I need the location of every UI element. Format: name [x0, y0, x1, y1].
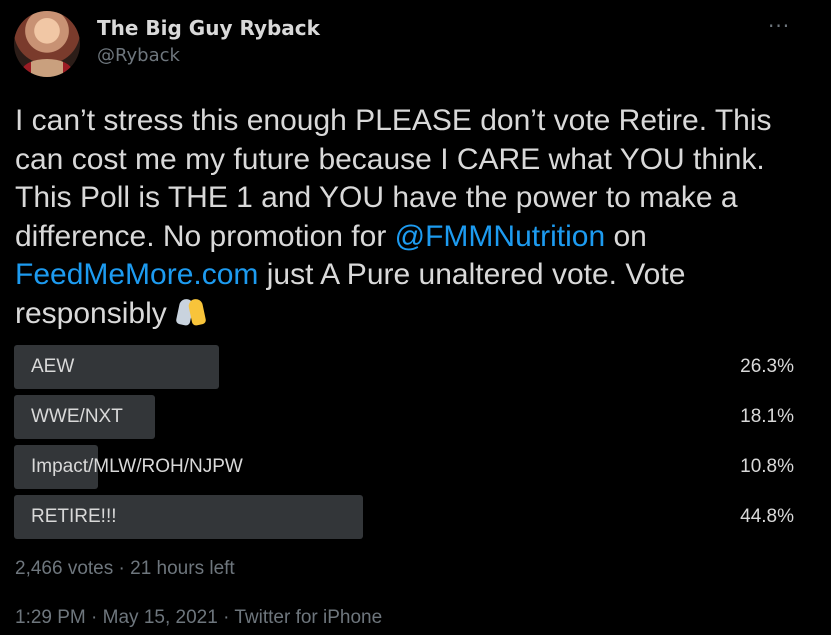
tweet-text-part: I can’t stress this enough PLEASE don’t … — [15, 104, 772, 253]
tweet-text-part: on — [613, 219, 647, 253]
tweet-time: 1:29 PM — [15, 607, 86, 628]
poll-option: AEW 26.3% — [14, 345, 814, 389]
tweet-text: I can’t stress this enough PLEASE don’t … — [15, 102, 815, 333]
tweet-date: May 15, 2021 — [102, 607, 218, 628]
poll-option-percent: 44.8% — [740, 506, 794, 527]
author-name[interactable]: The Big Guy Ryback — [97, 16, 320, 40]
poll-option-label: AEW — [31, 356, 75, 377]
poll-option: WWE/NXT 18.1% — [14, 395, 814, 439]
more-dots-icon[interactable]: ··· — [768, 14, 790, 38]
tweet-time-link[interactable]: 1:29 PM · May 15, 2021 — [15, 607, 218, 628]
poll: AEW 26.3% WWE/NXT 18.1% Impact/MLW/ROH/N… — [14, 345, 814, 545]
poll-time-left: 21 hours left — [130, 558, 235, 579]
poll-votes: 2,466 votes — [15, 558, 114, 579]
poll-option-label: Impact/MLW/ROH/NJPW — [31, 456, 243, 477]
folded-hands-emoji — [175, 297, 209, 327]
poll-option-percent: 26.3% — [740, 356, 794, 377]
url-link[interactable]: FeedMeMore.com — [15, 258, 258, 291]
poll-option-percent: 10.8% — [740, 456, 794, 477]
author-handle[interactable]: @Ryback — [97, 45, 180, 66]
tweet-meta: 1:29 PM · May 15, 2021 · Twitter for iPh… — [15, 607, 383, 628]
poll-option: RETIRE!!! 44.8% — [14, 495, 814, 539]
poll-option-label: WWE/NXT — [31, 406, 123, 427]
poll-option-label: RETIRE!!! — [31, 506, 117, 527]
poll-summary: 2,466 votes · 21 hours left — [15, 558, 235, 579]
poll-option: Impact/MLW/ROH/NJPW 10.8% — [14, 445, 814, 489]
author-avatar[interactable] — [14, 11, 80, 77]
poll-option-percent: 18.1% — [740, 406, 794, 427]
tweet-source-link[interactable]: Twitter for iPhone — [234, 607, 382, 628]
mention-link[interactable]: @FMMNutrition — [395, 220, 605, 253]
